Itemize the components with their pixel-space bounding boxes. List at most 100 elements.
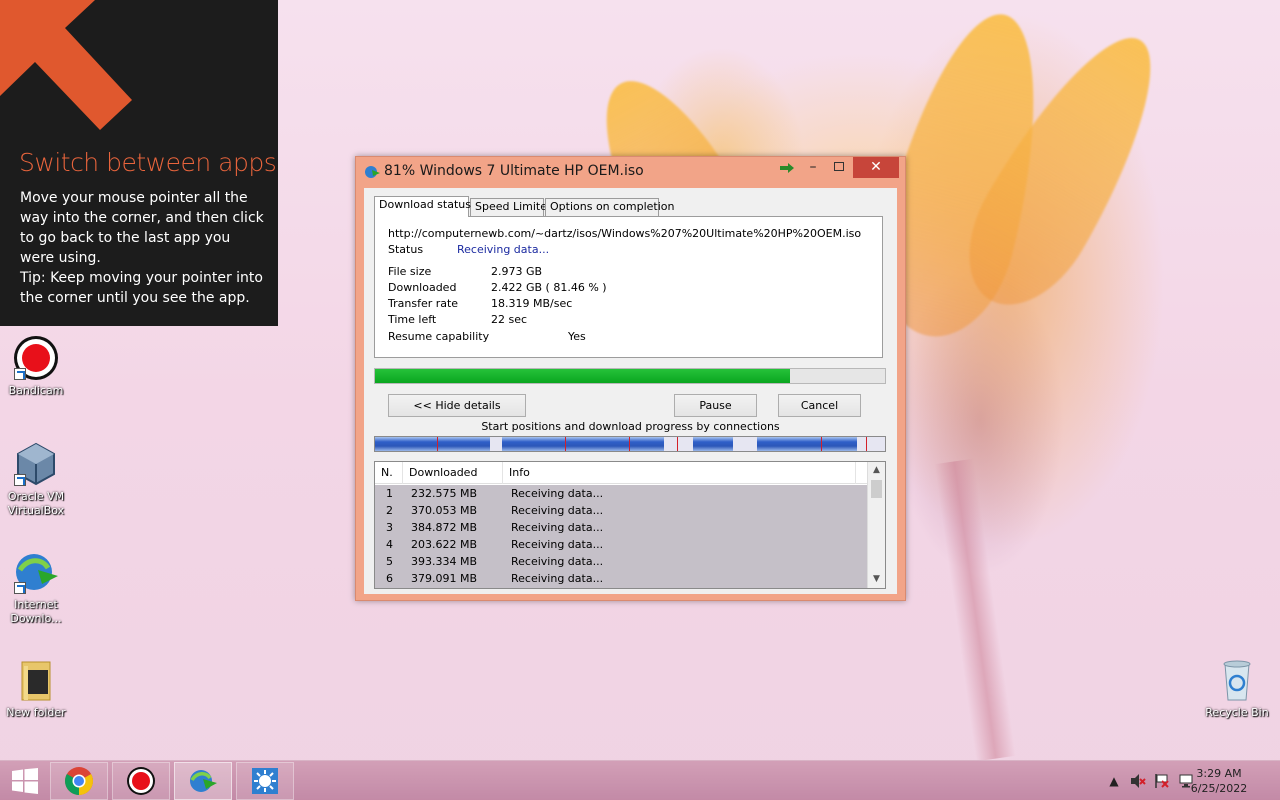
status-value: Receiving data... (457, 243, 550, 256)
idm-icon (12, 548, 60, 596)
tab-options-on-completion[interactable]: Options on completion (545, 198, 675, 216)
connection-downloaded: 370.053 MB (411, 504, 478, 517)
connection-start-marker (437, 437, 438, 451)
scroll-up-icon[interactable]: ▲ (868, 462, 885, 479)
tip-text: Move your mouse pointer all the way into… (20, 190, 264, 266)
connections-list[interactable]: N. Downloaded Info 1 232.575 MB Receivin… (374, 461, 886, 589)
connection-info: Receiving data... (511, 521, 604, 534)
wallpaper-petal (942, 12, 1188, 328)
connection-start-marker (821, 437, 822, 451)
desktop-icon-label: Internet Downlo... (10, 598, 62, 625)
resume-capability-label: Resume capability (388, 330, 490, 343)
tip-title: Switch between apps (19, 148, 277, 177)
connection-segment (502, 437, 550, 451)
start-icon (12, 768, 38, 794)
desktop-icon-bandicam[interactable]: Bandicam (0, 334, 72, 398)
column-header-downloaded[interactable]: Downloaded (403, 462, 503, 484)
title-bar[interactable]: 81% Windows 7 Ultimate HP OEM.iso – ✕ (356, 157, 905, 187)
volume-muted-icon[interactable] (1130, 773, 1146, 789)
progress-fill (375, 369, 791, 383)
connections-progress-bar (374, 436, 886, 452)
connection-segment (550, 437, 630, 451)
idm-icon (190, 770, 217, 792)
tip-hint: Tip: Keep moving your pointer into the c… (20, 270, 263, 306)
maximize-icon (834, 162, 844, 171)
tab-speed-limiter[interactable]: Speed Limiter (470, 198, 552, 216)
connections-list-header: N. Downloaded Info (375, 462, 867, 484)
resume-capability-value: Yes (568, 330, 586, 343)
connection-info: Receiving data... (511, 555, 604, 568)
downloaded-value: 2.422 GB ( 81.46 % ) (491, 281, 607, 294)
connection-segment (438, 437, 490, 451)
connection-info: Receiving data... (511, 538, 604, 551)
folder-icon (12, 656, 60, 704)
connection-downloaded: 393.334 MB (411, 555, 478, 568)
connection-start-marker (565, 437, 566, 451)
clock-time: 3:29 AM (1196, 767, 1242, 780)
column-header-info[interactable]: Info (503, 462, 856, 484)
connection-number: 1 (386, 487, 393, 500)
connections-caption: Start positions and download progress by… (481, 420, 780, 433)
table-row[interactable]: 4 203.622 MB Receiving data... (375, 536, 867, 553)
table-row[interactable]: 5 393.334 MB Receiving data... (375, 553, 867, 570)
connection-segment (630, 437, 664, 451)
maximize-button[interactable] (825, 157, 853, 179)
desktop-icon-label: Oracle VM VirtualBox (7, 490, 65, 517)
connection-downloaded: 203.622 MB (411, 538, 478, 551)
switch-apps-tip: Switch between apps Move your mouse poin… (0, 0, 278, 326)
connection-info: Receiving data... (511, 504, 604, 517)
desktop-icon-new-folder[interactable]: New folder (0, 656, 72, 720)
desktop-icon-label: New folder (6, 706, 66, 719)
connection-number: 5 (386, 555, 393, 568)
download-status-panel: http://computernewb.com/~dartz/isos/Wind… (374, 216, 883, 358)
cancel-button[interactable]: Cancel (778, 394, 861, 417)
connection-downloaded: 384.872 MB (411, 521, 478, 534)
taskbar-idm[interactable] (174, 762, 232, 800)
desktop-icon-label: Recycle Bin (1205, 706, 1269, 719)
desktop-icon-recycle-bin[interactable]: Recycle Bin (1201, 656, 1273, 720)
table-row[interactable]: 6 379.091 MB Receiving data... (375, 570, 867, 587)
connection-number: 6 (386, 572, 393, 585)
taskbar-chrome[interactable] (50, 762, 108, 800)
connection-start-marker (677, 437, 678, 451)
taskbar-bandicam[interactable] (112, 762, 170, 800)
pause-button[interactable]: Pause (674, 394, 757, 417)
connection-number: 2 (386, 504, 393, 517)
close-button[interactable]: ✕ (853, 157, 899, 178)
download-url: http://computernewb.com/~dartz/isos/Wind… (388, 227, 862, 240)
connections-scrollbar[interactable]: ▲ ▼ (867, 462, 885, 588)
table-row[interactable]: 2 370.053 MB Receiving data... (375, 502, 867, 519)
table-row[interactable]: 3 384.872 MB Receiving data... (375, 519, 867, 536)
connection-downloaded: 232.575 MB (411, 487, 478, 500)
idm-icon (364, 164, 380, 180)
bandicam-icon (127, 767, 155, 795)
hide-details-button[interactable]: << Hide details (388, 394, 526, 417)
taskbar-control-panel[interactable] (236, 762, 294, 800)
download-window: 81% Windows 7 Ultimate HP OEM.iso – ✕ Do… (355, 156, 906, 601)
minimize-button[interactable]: – (799, 157, 827, 179)
system-clock[interactable]: 3:29 AM 6/25/2022 (1184, 766, 1254, 796)
action-center-flag-icon[interactable] (1154, 773, 1170, 789)
connection-info: Receiving data... (511, 572, 604, 585)
scroll-down-icon[interactable]: ▼ (868, 571, 885, 588)
downloaded-label: Downloaded (388, 281, 457, 294)
status-label: Status (388, 243, 424, 256)
tab-download-status[interactable]: Download status (374, 196, 471, 217)
start-button[interactable] (0, 762, 50, 800)
wallpaper-stem (934, 458, 1016, 762)
connection-segment (375, 437, 437, 451)
download-progress-bar (374, 368, 886, 384)
idm-arrow-icon[interactable] (773, 157, 801, 179)
column-header-n[interactable]: N. (375, 462, 403, 484)
scroll-thumb[interactable] (871, 480, 882, 498)
desktop-icon-virtualbox[interactable]: Oracle VM VirtualBox (0, 440, 72, 518)
connection-start-marker (866, 437, 867, 451)
taskbar: ▲ 3:29 AM 6/25/2022 (0, 760, 1280, 800)
show-hidden-icons-icon[interactable]: ▲ (1106, 773, 1122, 789)
desktop-icon-idm[interactable]: Internet Downlo... (0, 548, 72, 626)
file-size-value: 2.973 GB (491, 265, 543, 278)
connection-start-marker (629, 437, 630, 451)
table-row[interactable]: 1 232.575 MB Receiving data... (375, 485, 867, 502)
connection-number: 3 (386, 521, 393, 534)
window-client: Download status Speed Limiter Options on… (364, 188, 897, 594)
